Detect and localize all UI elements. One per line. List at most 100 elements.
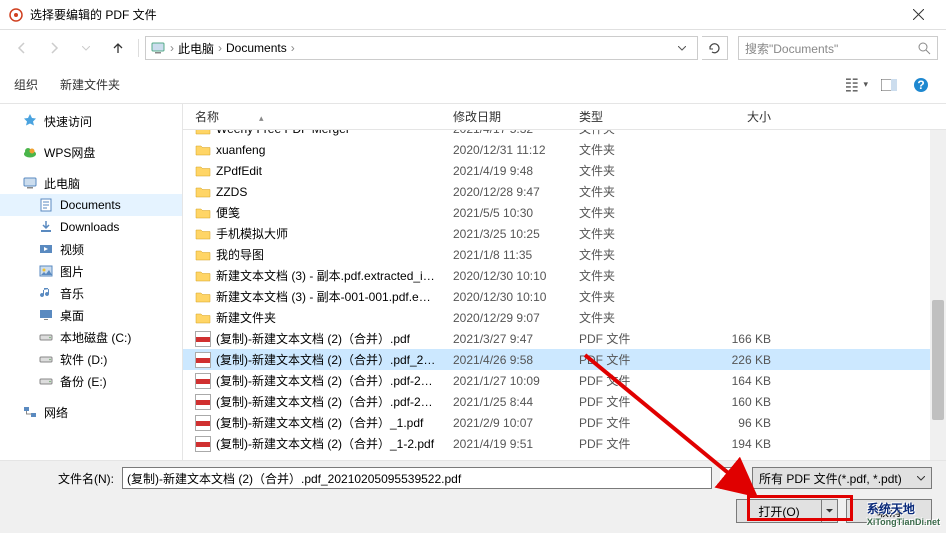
sidebar-item-music[interactable]: 音乐 [0, 282, 182, 304]
open-button[interactable]: 打开(O) [736, 499, 822, 523]
cancel-button[interactable]: 取消 [846, 499, 932, 523]
scrollbar-vertical[interactable] [930, 130, 946, 460]
doc-icon [38, 197, 54, 213]
sidebar-item-label: 音乐 [60, 285, 84, 302]
file-name: ZZDS [216, 185, 247, 199]
filetype-filter[interactable]: 所有 PDF 文件(*.pdf, *.pdt) [752, 467, 932, 489]
toolbar: 组织 新建文件夹 ▾ ? [0, 66, 946, 104]
file-row[interactable]: (复制)-新建文本文档 (2)（合并）.pdf2021/3/27 9:47PDF… [183, 328, 946, 349]
close-button[interactable] [898, 1, 938, 29]
view-details-button[interactable]: ▾ [846, 74, 868, 96]
organize-menu[interactable]: 组织 [14, 76, 38, 93]
file-row[interactable]: (复制)-新建文本文档 (2)（合并）.pdf-2…2021/1/27 10:0… [183, 370, 946, 391]
desktop-icon [38, 307, 54, 323]
recent-dropdown[interactable] [72, 34, 100, 62]
file-size: 164 KB [691, 374, 801, 388]
refresh-button[interactable] [702, 36, 728, 60]
file-row[interactable]: 便笺2021/5/5 10:30文件夹 [183, 202, 946, 223]
chevron-down-icon [678, 46, 686, 51]
sidebar-item-downloads[interactable]: Downloads [0, 216, 182, 238]
sidebar-item-quick[interactable]: 快速访问 [0, 110, 182, 132]
sidebar-item-cdrive[interactable]: 本地磁盘 (C:) [0, 326, 182, 348]
filename-dropdown[interactable] [720, 467, 738, 489]
back-button[interactable] [8, 34, 36, 62]
video-icon [38, 241, 54, 257]
sidebar-item-label: 图片 [60, 263, 84, 280]
file-row[interactable]: (复制)-新建文本文档 (2)（合并）.pdf-2…2021/1/25 8:44… [183, 391, 946, 412]
sidebar-item-edrive[interactable]: 备份 (E:) [0, 370, 182, 392]
list-view-icon [846, 78, 861, 92]
chevron-down-icon [917, 476, 925, 481]
breadcrumb-root[interactable]: 此电脑 [178, 40, 214, 57]
sidebar-item-label: Documents [60, 198, 121, 212]
sidebar-item-network[interactable]: 网络 [0, 401, 182, 423]
arrow-right-icon [47, 41, 61, 55]
file-row[interactable]: 新建文本文档 (3) - 副本.pdf.extracted_i…2020/12/… [183, 265, 946, 286]
help-button[interactable]: ? [910, 74, 932, 96]
file-name: 我的导图 [216, 246, 264, 263]
close-icon [913, 9, 924, 20]
drive-icon [38, 351, 54, 367]
forward-button[interactable] [40, 34, 68, 62]
file-row[interactable]: ZPdfEdit2021/4/19 9:48文件夹 [183, 160, 946, 181]
breadcrumb-folder[interactable]: Documents [226, 41, 287, 55]
search-input[interactable]: 搜索"Documents" [738, 36, 938, 60]
sidebar-item-label: 桌面 [60, 307, 84, 324]
preview-pane-button[interactable] [878, 74, 900, 96]
file-type: PDF 文件 [579, 351, 691, 368]
search-icon [918, 42, 931, 55]
file-row[interactable]: 我的导图2021/1/8 11:35文件夹 [183, 244, 946, 265]
star-icon [22, 113, 38, 129]
sidebar-item-thispc[interactable]: 此电脑 [0, 172, 182, 194]
file-type: 文件夹 [579, 141, 691, 158]
scrollbar-thumb[interactable] [932, 300, 944, 420]
file-type: 文件夹 [579, 309, 691, 326]
separator [138, 39, 139, 57]
file-row[interactable]: 手机模拟大师2021/3/25 10:25文件夹 [183, 223, 946, 244]
sidebar-item-desktop[interactable]: 桌面 [0, 304, 182, 326]
breadcrumb-sep: › [218, 41, 222, 55]
breadcrumb-sep: › [291, 41, 295, 55]
chevron-down-icon [725, 476, 733, 481]
file-row[interactable]: (复制)-新建文本文档 (2)（合并）_1-2.pdf2021/4/19 9:5… [183, 433, 946, 454]
file-row[interactable]: (复制)-新建文本文档 (2)（合并）.pdf_2…2021/4/26 9:58… [183, 349, 946, 370]
sidebar-item-pictures[interactable]: 图片 [0, 260, 182, 282]
navbar: › 此电脑 › Documents › 搜索"Documents" [0, 30, 946, 66]
file-row[interactable]: 新建文件夹2020/12/29 9:07文件夹 [183, 307, 946, 328]
sort-indicator-icon: ▴ [259, 113, 264, 124]
new-folder-button[interactable]: 新建文件夹 [60, 76, 120, 93]
col-header-name[interactable]: 名称▴ [183, 108, 453, 125]
address-dropdown[interactable] [671, 46, 693, 51]
filename-input[interactable] [122, 467, 712, 489]
col-header-size[interactable]: 大小 [691, 108, 801, 125]
file-name: ZPdfEdit [216, 164, 262, 178]
file-row[interactable]: 新建文本文档 (3) - 副本-001-001.pdf.e…2020/12/30… [183, 286, 946, 307]
titlebar: 选择要编辑的 PDF 文件 [0, 0, 946, 30]
file-name: 手机模拟大师 [216, 225, 288, 242]
addressbar[interactable]: › 此电脑 › Documents › [145, 36, 698, 60]
file-type: 文件夹 [579, 130, 691, 137]
col-header-type[interactable]: 类型 [579, 108, 691, 125]
file-date: 2020/12/30 10:10 [453, 269, 579, 283]
net-icon [22, 404, 38, 420]
sidebar-item-label: 备份 (E:) [60, 373, 107, 390]
sidebar-item-videos[interactable]: 视频 [0, 238, 182, 260]
file-row[interactable]: (复制)-新建文本文档 (2)（合并）_1.pdf2021/2/9 10:07P… [183, 412, 946, 433]
list-header: 名称▴ 修改日期 类型 大小 [183, 104, 946, 130]
pc-icon [22, 175, 38, 191]
sidebar-item-ddrive[interactable]: 软件 (D:) [0, 348, 182, 370]
search-placeholder: 搜索"Documents" [745, 40, 918, 57]
file-name: 便笺 [216, 204, 240, 221]
file-size: 194 KB [691, 437, 801, 451]
file-row[interactable]: Weeny Free PDF Merger2021/4/17 5:32文件夹 [183, 130, 946, 139]
open-split-button[interactable] [822, 499, 838, 523]
file-row[interactable]: ZZDS2020/12/28 9:47文件夹 [183, 181, 946, 202]
sidebar-item-wps[interactable]: WPS网盘 [0, 141, 182, 163]
up-button[interactable] [104, 34, 132, 62]
sidebar-item-documents[interactable]: Documents [0, 194, 182, 216]
drive-icon [38, 373, 54, 389]
file-row[interactable]: xuanfeng2020/12/31 11:12文件夹 [183, 139, 946, 160]
app-icon [8, 7, 24, 23]
list-body[interactable]: Weeny Free PDF Merger2021/4/17 5:32文件夹xu… [183, 130, 946, 460]
col-header-date[interactable]: 修改日期 [453, 108, 579, 125]
